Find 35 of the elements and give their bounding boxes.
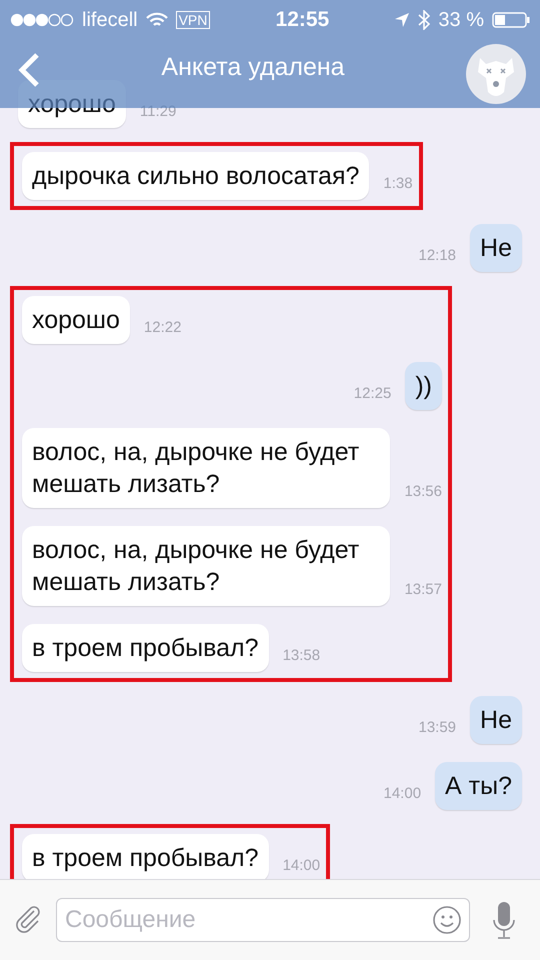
message-bubble: Не <box>470 696 522 744</box>
message-time: 12:25 <box>354 385 392 404</box>
message-bubble: дырочка сильно волосатая? <box>22 152 370 200</box>
signal-icon <box>10 13 74 27</box>
bluetooth-icon <box>418 10 430 30</box>
location-icon <box>394 12 410 28</box>
message-bubble: волос, на, дырочке не будет мешать лизать? <box>22 428 390 508</box>
vpn-indicator: VPN <box>176 11 210 29</box>
message-time: 13:56 <box>404 483 442 502</box>
message-time: 12:22 <box>144 319 182 338</box>
battery-percent: 33 % <box>438 8 484 32</box>
message-time: 14:00 <box>282 857 320 876</box>
message-bubble: хорошо <box>22 296 130 344</box>
message-bubble: в троем пробывал? <box>22 834 269 879</box>
status-time: 12:55 <box>276 8 330 32</box>
smiley-icon[interactable] <box>432 905 462 935</box>
message-field[interactable]: Сообщение <box>56 898 470 942</box>
message-time: 1:38 <box>383 175 413 194</box>
back-icon[interactable] <box>18 52 40 88</box>
message-time: 13:58 <box>282 647 320 666</box>
message-bubble: А ты? <box>435 762 522 810</box>
battery-icon <box>492 12 530 28</box>
message-time: 13:59 <box>418 719 456 738</box>
message-bubble: Не <box>470 224 522 272</box>
avatar-icon[interactable] <box>466 44 526 104</box>
carrier-name: lifecell <box>82 8 138 32</box>
message-bubble: волос, на, дырочке не будет мешать лизать? <box>22 526 390 606</box>
message-time: 14:00 <box>384 785 422 804</box>
message-time: 12:18 <box>418 247 456 266</box>
wifi-icon <box>146 12 168 28</box>
chat-title: Анкета удалена <box>160 52 346 82</box>
message-time: 13:57 <box>404 581 442 600</box>
message-bubble: в троем пробывал? <box>22 624 269 672</box>
message-bubble: )) <box>405 362 442 410</box>
message-time: 11:29 <box>140 103 176 122</box>
